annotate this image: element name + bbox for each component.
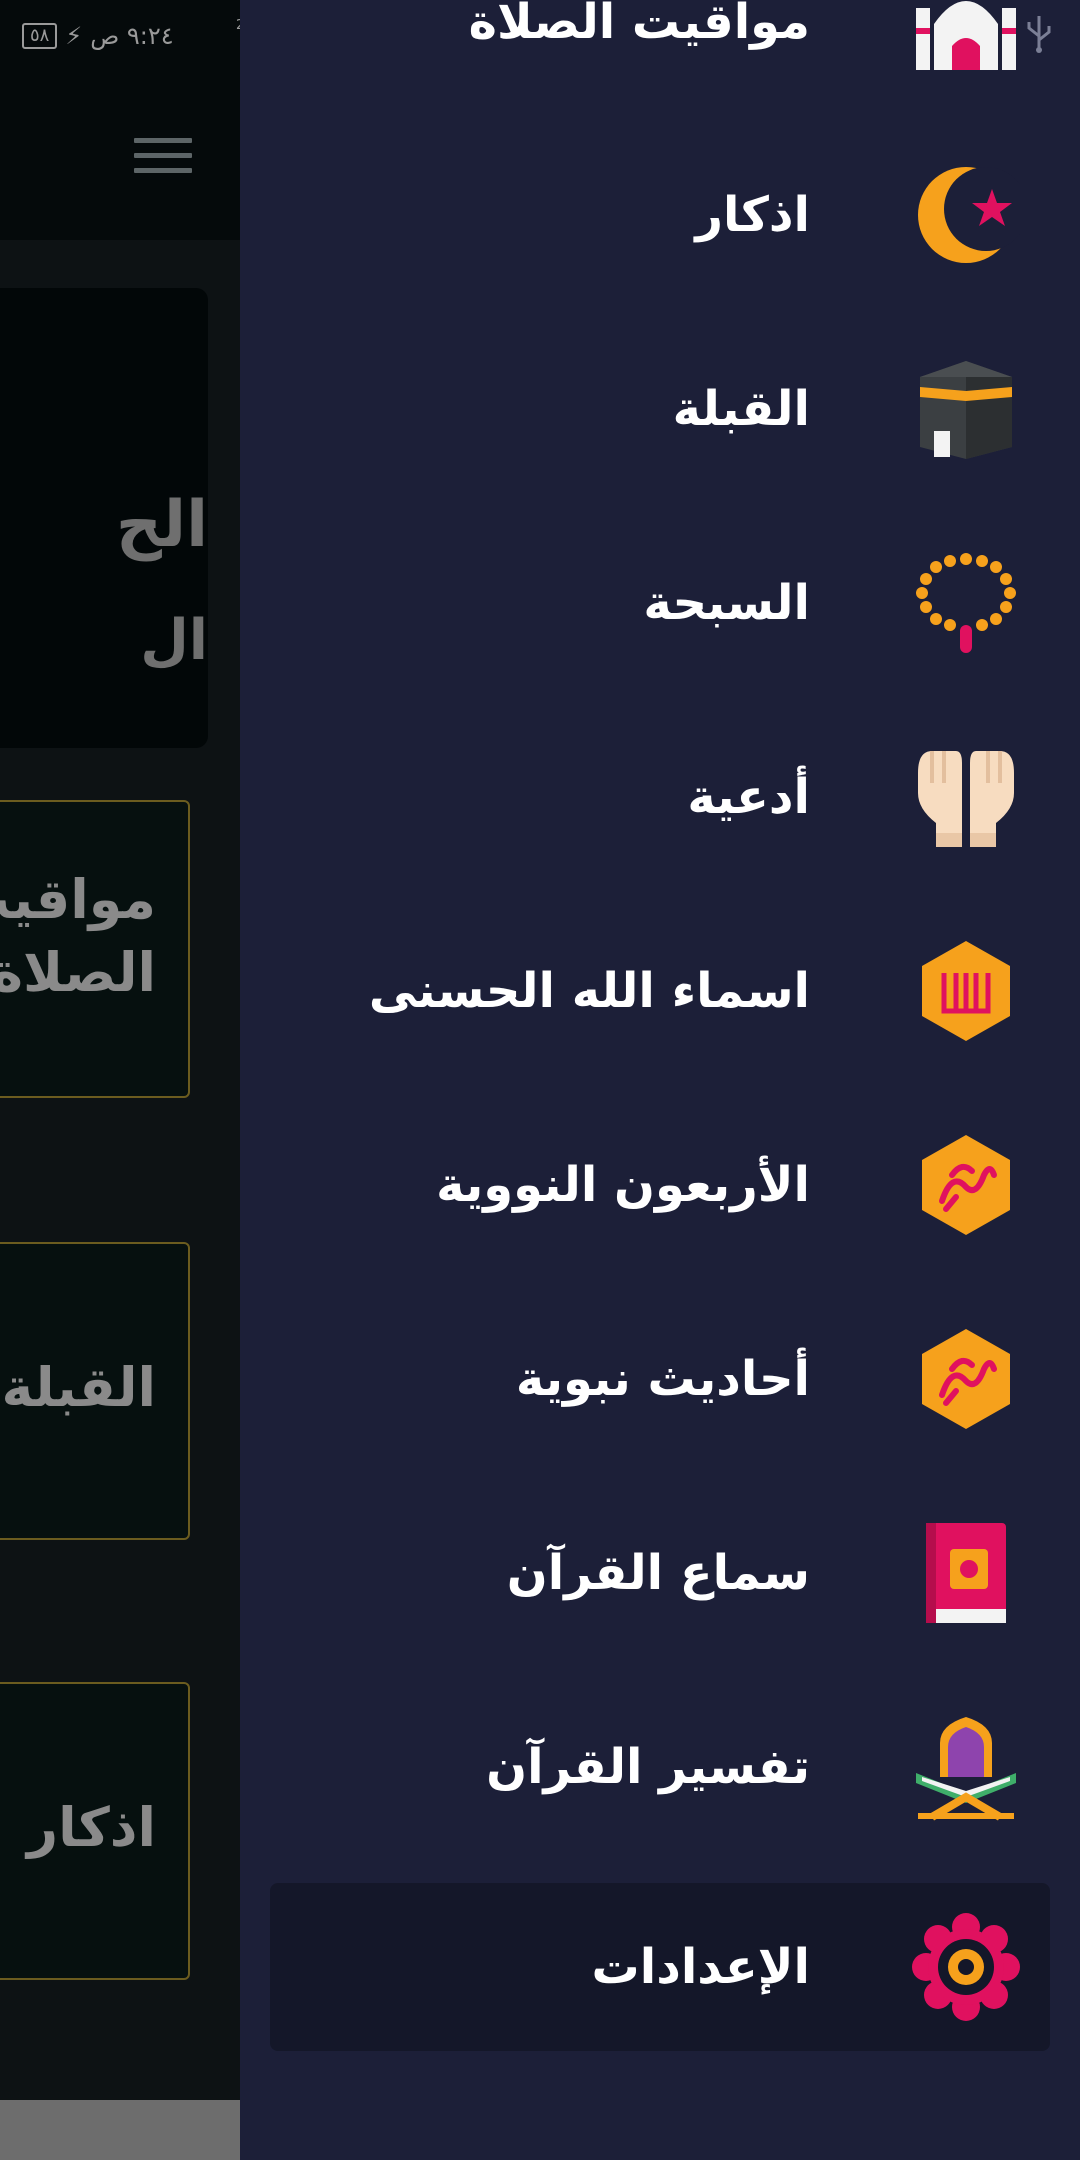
- drawer-item-label: سماع القرآن: [506, 1545, 810, 1601]
- card-label: اذكار: [27, 1796, 156, 1859]
- card-label: القبلة: [1, 1356, 157, 1419]
- drawer-item-tafsir[interactable]: تفسير القرآن: [270, 1683, 1050, 1851]
- status-time: ٩:٢٤ ص: [90, 22, 174, 50]
- muhammad-hexagon-icon: [922, 1135, 1010, 1235]
- drawer-item-label: تفسير القرآن: [486, 1739, 810, 1795]
- quran-book-icon: [926, 1523, 1006, 1623]
- allah-hexagon-icon: [922, 941, 1010, 1041]
- background-card-qibla[interactable]: القبلة: [0, 1242, 190, 1540]
- drawer-item-prayer-beads[interactable]: السبحة: [270, 519, 1050, 687]
- drawer-item-label: أدعية: [687, 769, 810, 825]
- hero-line-1: الح: [115, 488, 208, 562]
- crescent-star-icon: [918, 167, 1020, 263]
- drawer-item-label: الأربعون النووية: [436, 1157, 810, 1213]
- card-label-line-1: مواقيت: [0, 868, 156, 931]
- battery-level: ٥٨: [30, 25, 50, 46]
- drawer-item-listen-quran[interactable]: سماع القرآن: [270, 1489, 1050, 1657]
- drawer-item-label: اسماء الله الحسنى: [368, 963, 810, 1019]
- battery-icon: ٥٨: [22, 23, 58, 49]
- drawer-item-label: الإعدادات: [591, 1939, 810, 1995]
- drawer-item-duas[interactable]: أدعية: [270, 713, 1050, 881]
- card-label-line-2: الصلاة: [0, 940, 156, 1004]
- drawer-item-forty-nawawi[interactable]: الأربعون النووية: [270, 1101, 1050, 1269]
- drawer-item-settings[interactable]: الإعدادات: [270, 1883, 1050, 2051]
- gear-icon: [912, 1913, 1020, 2021]
- kaaba-icon: [920, 361, 1012, 459]
- quran-stand-icon: [916, 1717, 1016, 1821]
- background-card-prayer-times[interactable]: مواقيت الصلاة: [0, 800, 190, 1098]
- drawer-item-names-of-allah[interactable]: اسماء الله الحسنى: [270, 907, 1050, 1075]
- background-card-azkar[interactable]: اذكار: [0, 1682, 190, 1980]
- drawer-item-azkar[interactable]: اذكار: [270, 131, 1050, 299]
- drawer-item-prayer-times[interactable]: مواقيت الصلاة: [270, 0, 1050, 106]
- drawer-item-label: السبحة: [643, 575, 810, 631]
- praying-hands-icon: [918, 751, 1014, 847]
- drawer-item-label: القبلة: [672, 381, 810, 437]
- drawer-item-label: اذكار: [695, 187, 810, 243]
- background-bottom-bar: [0, 2100, 240, 2160]
- hero-line-2: ال: [140, 608, 208, 673]
- navigation-drawer: مواقيت الصلاة اذكار القبلة السبحة أدعية …: [240, 0, 1080, 2160]
- status-bar-left: ٩:٢٤ ص ⚡ ٥٨: [22, 16, 174, 56]
- charging-icon: ⚡: [65, 22, 83, 50]
- prayer-beads-icon: [916, 553, 1016, 653]
- mosque-icon: [916, 1, 1016, 70]
- menu-icon[interactable]: [134, 138, 192, 178]
- background-hero-card: الح ال: [0, 288, 208, 748]
- drawer-item-label: مواقيت الصلاة: [468, 0, 810, 50]
- drawer-item-label: أحاديث نبوية: [515, 1351, 810, 1407]
- muhammad-hexagon-icon: [922, 1329, 1010, 1429]
- drawer-item-hadiths[interactable]: أحاديث نبوية: [270, 1295, 1050, 1463]
- background-app: الح ال مواقيت الصلاة القبلة اذكار: [0, 0, 240, 2160]
- drawer-item-qibla[interactable]: القبلة: [270, 325, 1050, 493]
- card-label: مواقيت الصلاة: [0, 864, 156, 1010]
